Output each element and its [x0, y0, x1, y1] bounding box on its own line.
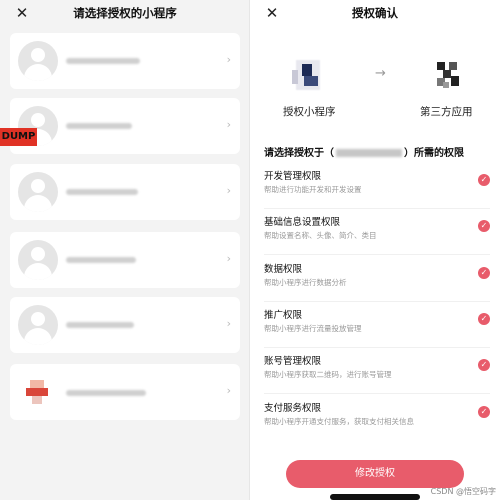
app-logo-icon — [24, 374, 54, 410]
blurred-name — [66, 390, 146, 396]
permission-desc: 帮助小程序进行流量投放管理 — [264, 324, 362, 333]
blurred-app-name — [336, 149, 402, 157]
chevron-right-icon: › — [226, 53, 231, 66]
permission-title: 支付服务权限 — [264, 403, 322, 414]
checkmark-icon[interactable]: ✓ — [478, 267, 490, 279]
permission-item[interactable]: 支付服务权限 帮助小程序开通支付服务，获取支付相关信息 ✓ — [264, 394, 490, 440]
home-indicator — [330, 494, 420, 500]
left-page-title: 请选择授权的小程序 — [73, 6, 177, 20]
permission-desc: 帮助进行功能开发和开发设置 — [264, 185, 362, 194]
watermark-text: CSDN @悟空码字 — [430, 487, 496, 496]
left-header: ✕ 请选择授权的小程序 — [0, 0, 250, 30]
blurred-name — [66, 189, 138, 195]
modify-authorization-button[interactable]: 修改授权 — [286, 460, 464, 488]
default-avatar-icon — [18, 41, 58, 81]
permission-desc: 帮助小程序开通支付服务，获取支付相关信息 — [264, 417, 414, 426]
list-item[interactable]: › — [10, 364, 240, 420]
chevron-right-icon: › — [226, 118, 231, 131]
chevron-right-icon: › — [226, 384, 231, 397]
permission-desc: 帮助小程序获取二维码，进行账号管理 — [264, 370, 392, 379]
default-avatar-icon — [18, 305, 58, 345]
checkmark-icon[interactable]: ✓ — [478, 313, 490, 325]
permission-title: 开发管理权限 — [264, 171, 322, 182]
permission-item[interactable]: 推广权限 帮助小程序进行流量投放管理 ✓ — [264, 301, 490, 348]
miniprogram-list-panel: ✕ 请选择授权的小程序 › › › › › › DUMP — [0, 0, 250, 500]
permission-item[interactable]: 开发管理权限 帮助进行功能开发和开发设置 ✓ — [264, 162, 490, 209]
chevron-right-icon: › — [226, 184, 231, 197]
checkmark-icon[interactable]: ✓ — [478, 359, 490, 371]
permission-item[interactable]: 账号管理权限 帮助小程序获取二维码，进行账号管理 ✓ — [264, 347, 490, 394]
right-page-title: 授权确认 — [352, 6, 398, 20]
permission-title: 数据权限 — [264, 264, 303, 275]
default-avatar-icon — [18, 172, 58, 212]
permission-desc: 帮助设置名称、头像、简介、类目 — [264, 231, 377, 240]
source-app-label: 授权小程序 — [283, 106, 336, 118]
chevron-right-icon: › — [226, 317, 231, 330]
blurred-name — [66, 322, 134, 328]
permission-desc: 帮助小程序进行数据分析 — [264, 278, 347, 287]
permission-question: 请选择授权于（ ）所需的权限 — [264, 144, 464, 159]
default-avatar-icon — [18, 240, 58, 280]
chevron-right-icon: › — [226, 252, 231, 265]
list-item[interactable]: › — [10, 297, 240, 353]
blurred-name — [66, 58, 140, 64]
list-item[interactable]: › — [10, 232, 240, 288]
authorization-confirm-panel: ✕ 授权确认 → 授权小程序 第三方应用 请选择授权于（ ）所需的权限 开发管理权… — [250, 0, 500, 500]
dump-badge: DUMP — [0, 128, 37, 146]
checkmark-icon[interactable]: ✓ — [478, 174, 490, 186]
list-item[interactable]: › — [10, 164, 240, 220]
question-prefix: 请选择授权于（ — [264, 148, 334, 159]
permission-item[interactable]: 基础信息设置权限 帮助设置名称、头像、简介、类目 ✓ — [264, 208, 490, 255]
target-app-label: 第三方应用 — [420, 106, 473, 118]
blurred-name — [66, 123, 132, 129]
permission-title: 推广权限 — [264, 310, 303, 321]
checkmark-icon[interactable]: ✓ — [478, 220, 490, 232]
permission-title: 基础信息设置权限 — [264, 217, 341, 228]
permission-item[interactable]: 数据权限 帮助小程序进行数据分析 ✓ — [264, 255, 490, 302]
permission-title: 账号管理权限 — [264, 356, 322, 367]
list-item[interactable]: › — [10, 98, 240, 154]
arrow-right-icon: → — [375, 66, 386, 81]
list-item[interactable]: › — [10, 33, 240, 89]
checkmark-icon[interactable]: ✓ — [478, 406, 490, 418]
question-suffix: ）所需的权限 — [404, 148, 464, 159]
blurred-name — [66, 257, 136, 263]
